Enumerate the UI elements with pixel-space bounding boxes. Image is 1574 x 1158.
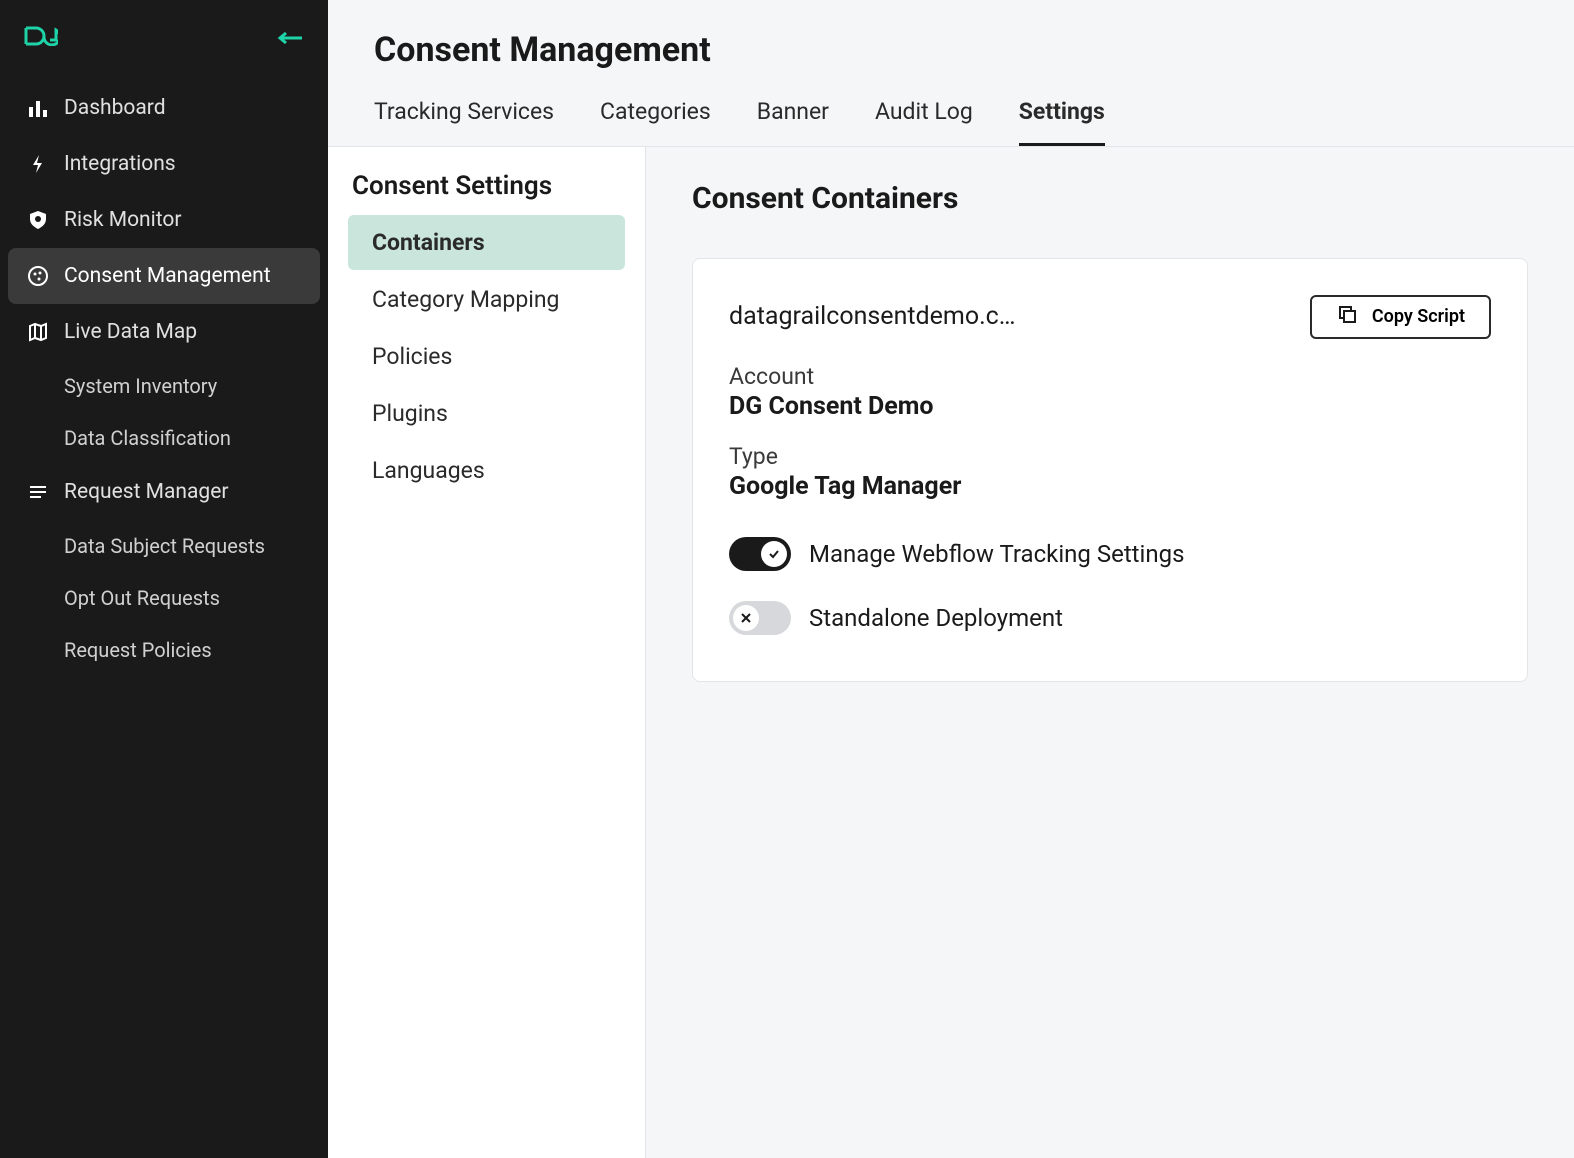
copy-script-button[interactable]: Copy Script xyxy=(1310,295,1491,339)
detail-panel: Consent Containers datagrailconsentdemo.… xyxy=(646,147,1574,1158)
collapse-sidebar-icon[interactable] xyxy=(276,26,304,50)
sidebar-item-label: Integrations xyxy=(64,152,176,176)
detail-title: Consent Containers xyxy=(692,181,1528,216)
settings-panel-title: Consent Settings xyxy=(328,171,645,215)
settings-item-category-mapping[interactable]: Category Mapping xyxy=(348,272,625,327)
cookie-icon xyxy=(26,264,50,288)
logo xyxy=(24,24,58,52)
sidebar-subitem-data-subject-requests[interactable]: Data Subject Requests xyxy=(8,520,320,572)
map-icon xyxy=(26,320,50,344)
toggle-standalone-label: Standalone Deployment xyxy=(809,604,1063,632)
toggle-webflow-row: Manage Webflow Tracking Settings xyxy=(729,537,1491,571)
tab-categories[interactable]: Categories xyxy=(600,98,711,146)
sidebar-item-risk-monitor[interactable]: Risk Monitor xyxy=(8,192,320,248)
container-card: datagrailconsentdemo.c… Copy Script Acco… xyxy=(692,258,1528,682)
sidebar-subitem-data-classification[interactable]: Data Classification xyxy=(8,412,320,464)
sidebar-header xyxy=(0,0,328,72)
settings-item-policies[interactable]: Policies xyxy=(348,329,625,384)
copy-icon xyxy=(1336,303,1358,331)
tab-tracking-services[interactable]: Tracking Services xyxy=(374,98,554,146)
shield-icon xyxy=(26,208,50,232)
account-label: Account xyxy=(729,363,1491,390)
copy-button-label: Copy Script xyxy=(1372,307,1465,328)
toggle-webflow[interactable] xyxy=(729,537,791,571)
content-row: Consent Settings Containers Category Map… xyxy=(328,147,1574,1158)
main-header: Consent Management Tracking Services Cat… xyxy=(328,0,1574,147)
sidebar-item-label: Risk Monitor xyxy=(64,208,182,232)
sidebar: Dashboard Integrations Risk Monitor Cons… xyxy=(0,0,328,1158)
card-top: datagrailconsentdemo.c… Copy Script xyxy=(729,295,1491,339)
settings-item-containers[interactable]: Containers xyxy=(348,215,625,270)
container-url: datagrailconsentdemo.c… xyxy=(729,302,1290,331)
sidebar-item-label: Request Manager xyxy=(64,480,228,504)
sidebar-subitem-opt-out-requests[interactable]: Opt Out Requests xyxy=(8,572,320,624)
settings-item-languages[interactable]: Languages xyxy=(348,443,625,498)
nav-list: Dashboard Integrations Risk Monitor Cons… xyxy=(0,72,328,684)
sidebar-subitem-system-inventory[interactable]: System Inventory xyxy=(8,360,320,412)
list-icon xyxy=(26,480,50,504)
sidebar-subitem-request-policies[interactable]: Request Policies xyxy=(8,624,320,676)
main: Consent Management Tracking Services Cat… xyxy=(328,0,1574,1158)
toggle-standalone[interactable] xyxy=(729,601,791,635)
type-field: Type Google Tag Manager xyxy=(729,443,1491,501)
sidebar-item-label: Dashboard xyxy=(64,96,166,120)
sidebar-item-integrations[interactable]: Integrations xyxy=(8,136,320,192)
sidebar-item-request-manager[interactable]: Request Manager xyxy=(8,464,320,520)
type-label: Type xyxy=(729,443,1491,470)
x-icon xyxy=(733,605,759,631)
toggle-standalone-row: Standalone Deployment xyxy=(729,601,1491,635)
check-icon xyxy=(761,541,787,567)
tab-settings[interactable]: Settings xyxy=(1019,98,1105,146)
page-title: Consent Management xyxy=(374,30,1528,70)
sidebar-item-consent-management[interactable]: Consent Management xyxy=(8,248,320,304)
settings-item-plugins[interactable]: Plugins xyxy=(348,386,625,441)
chart-icon xyxy=(26,96,50,120)
tab-audit-log[interactable]: Audit Log xyxy=(875,98,973,146)
sidebar-item-live-data-map[interactable]: Live Data Map xyxy=(8,304,320,360)
bolt-icon xyxy=(26,152,50,176)
sidebar-item-label: Live Data Map xyxy=(64,320,197,344)
sidebar-item-label: Consent Management xyxy=(64,264,271,288)
sidebar-item-dashboard[interactable]: Dashboard xyxy=(8,80,320,136)
account-value: DG Consent Demo xyxy=(729,392,1491,421)
account-field: Account DG Consent Demo xyxy=(729,363,1491,421)
tabs: Tracking Services Categories Banner Audi… xyxy=(374,98,1528,146)
type-value: Google Tag Manager xyxy=(729,472,1491,501)
toggle-webflow-label: Manage Webflow Tracking Settings xyxy=(809,540,1184,568)
settings-panel: Consent Settings Containers Category Map… xyxy=(328,147,646,1158)
tab-banner[interactable]: Banner xyxy=(757,98,829,146)
